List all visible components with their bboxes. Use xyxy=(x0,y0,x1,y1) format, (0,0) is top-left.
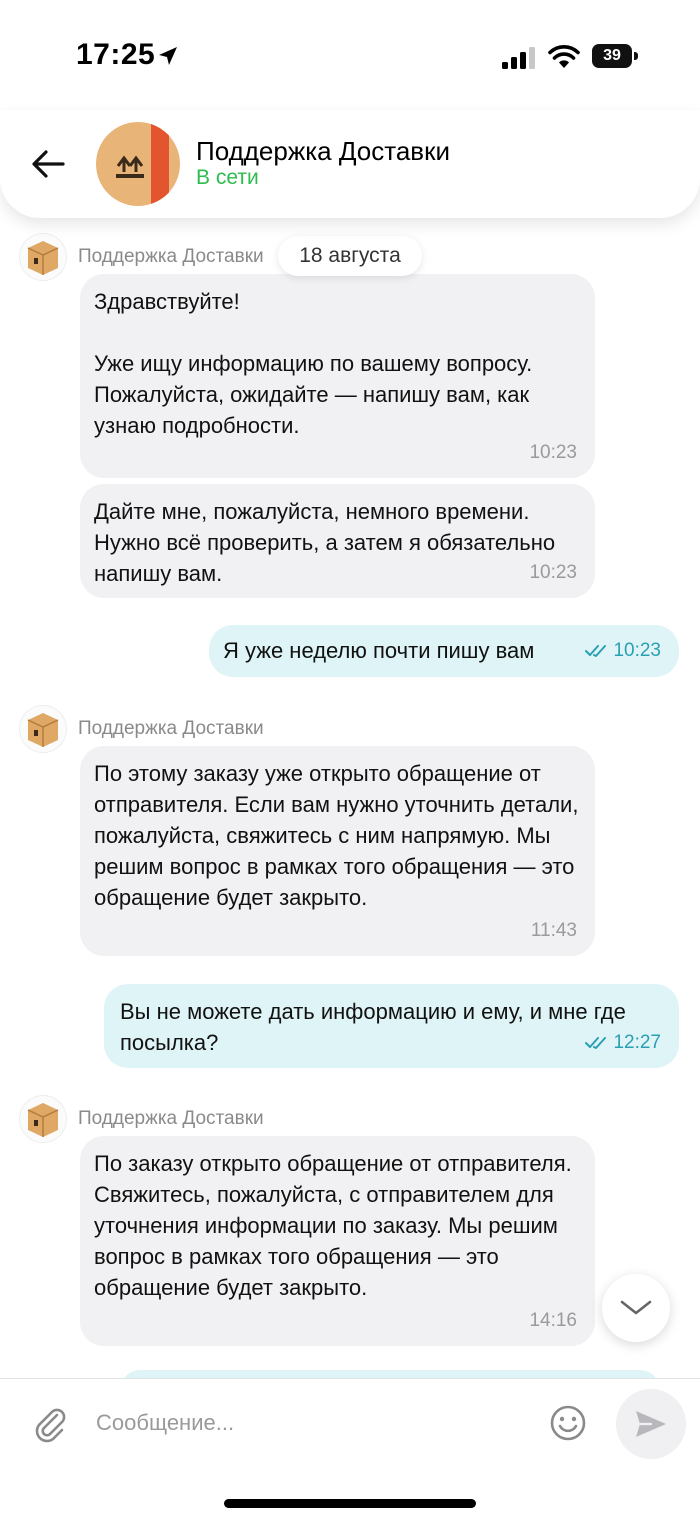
support-avatar[interactable] xyxy=(96,122,180,206)
scroll-to-bottom-button[interactable] xyxy=(602,1274,670,1342)
message-text: По заказу открыто обращение от отправите… xyxy=(94,1151,572,1300)
battery-indicator: 39 xyxy=(592,44,638,68)
message-time-with-status: 10:23 xyxy=(585,635,661,666)
arrow-left-icon xyxy=(32,150,65,178)
message-time: 10:23 xyxy=(613,640,661,661)
wifi-icon xyxy=(548,45,580,68)
sender-name: Поддержка Доставки xyxy=(78,1108,264,1129)
incoming-message[interactable]: По этому заказу уже открыто обращение от… xyxy=(80,746,595,956)
paperclip-icon[interactable] xyxy=(30,1403,70,1443)
outgoing-message[interactable]: Я уже неделю почти пишу вам 10:23 xyxy=(209,625,679,677)
message-text: По этому заказу уже открыто обращение от… xyxy=(94,761,579,910)
message-time: 11:43 xyxy=(530,920,577,941)
message-time: 10:23 xyxy=(529,562,577,583)
message-time: 12:27 xyxy=(613,1032,661,1053)
message-time-with-status: 12:27 xyxy=(585,1027,661,1058)
message-time: 14:16 xyxy=(529,1310,577,1331)
double-check-icon xyxy=(585,1036,607,1049)
incoming-message[interactable]: Дайте мне, пожалуйста, немного времени. … xyxy=(80,484,595,598)
battery-level: 39 xyxy=(603,47,621,64)
parcel-box-icon xyxy=(20,234,66,280)
message-composer xyxy=(0,1378,700,1522)
home-indicator xyxy=(224,1499,476,1508)
chevron-down-icon xyxy=(620,1300,652,1315)
location-arrow-icon xyxy=(159,47,177,65)
parcel-box-icon xyxy=(96,122,180,206)
incoming-message[interactable]: По заказу открыто обращение от отправите… xyxy=(80,1136,595,1346)
message-input[interactable] xyxy=(96,1401,526,1445)
sender-name: Поддержка Доставки xyxy=(78,718,264,739)
sender-avatar[interactable] xyxy=(20,1096,66,1142)
outgoing-message[interactable]: Вы не можете дать информацию и ему, и мн… xyxy=(104,984,679,1068)
date-separator: 18 августа xyxy=(278,236,422,276)
message-text: Я уже неделю почти пишу вам xyxy=(223,638,535,663)
double-check-icon xyxy=(585,644,607,657)
chat-title[interactable]: Поддержка Доставки xyxy=(196,136,450,167)
online-status: В сети xyxy=(196,166,259,189)
message-time: 10:23 xyxy=(529,442,577,463)
sender-avatar[interactable] xyxy=(20,234,66,280)
message-text: Здравствуйте! Уже ищу информацию по ваше… xyxy=(94,289,533,438)
cellular-signal-icon xyxy=(502,47,535,69)
parcel-box-icon xyxy=(20,1096,66,1142)
status-bar: 17:25 39 xyxy=(0,0,700,110)
message-text: Дайте мне, пожалуйста, немного времени. … xyxy=(94,499,556,586)
send-arrow-icon xyxy=(636,1411,666,1437)
chat-header: Поддержка Доставки В сети xyxy=(0,110,700,218)
parcel-box-icon xyxy=(20,706,66,752)
sender-name: Поддержка Доставки xyxy=(78,246,264,267)
status-time: 17:25 xyxy=(76,38,156,71)
send-button[interactable] xyxy=(616,1389,686,1459)
incoming-message[interactable]: Здравствуйте! Уже ищу информацию по ваше… xyxy=(80,274,595,478)
back-button[interactable] xyxy=(28,144,68,184)
message-text: Вы не можете дать информацию и ему, и мн… xyxy=(120,999,626,1055)
emoji-icon[interactable] xyxy=(548,1403,588,1443)
sender-avatar[interactable] xyxy=(20,706,66,752)
